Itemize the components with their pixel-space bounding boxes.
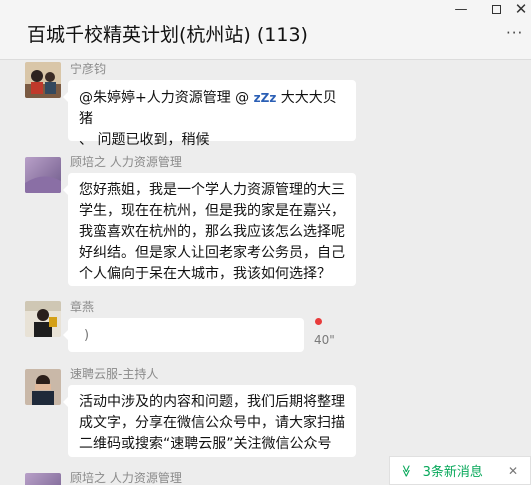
chevron-down-icon: ≫ bbox=[399, 464, 414, 477]
minimize-button[interactable]: — bbox=[446, 0, 476, 18]
voice-duration: 40" bbox=[314, 333, 335, 347]
close-icon[interactable]: ✕ bbox=[508, 464, 518, 478]
title-bar: 百城千校精英计划(杭州站) (113) — ✕ ··· bbox=[0, 0, 531, 60]
message-text: 学生，现在在杭州，但是我的家是在嘉兴， bbox=[79, 203, 345, 219]
more-options-button[interactable]: ··· bbox=[506, 24, 523, 42]
maximize-icon bbox=[491, 4, 501, 14]
zzz-icon: zZz bbox=[253, 91, 277, 105]
avatar[interactable] bbox=[25, 62, 61, 98]
avatar[interactable] bbox=[25, 157, 61, 193]
sender-name: 顾培之 人力资源管理 bbox=[70, 471, 182, 485]
message-bubble[interactable]: @朱婷婷+人力资源管理 @ zZz 大大大贝猪 、 问题已收到，稍候 bbox=[63, 80, 356, 148]
message-text: 好纠结。但是家人让回老家考公务员，自己 bbox=[79, 245, 345, 261]
sender-name: 章燕 bbox=[70, 300, 95, 314]
message-bubble[interactable]: 您好燕姐，我是一个学人力资源管理的大三 学生，现在在杭州，但是我的家是在嘉兴， … bbox=[63, 173, 356, 286]
sender-name: 顾培之 人力资源管理 bbox=[70, 155, 182, 169]
new-messages-button[interactable]: ≫ 3条新消息 ✕ bbox=[389, 456, 531, 485]
message-text: 二维码或搜索“速聘云服”关注微信公众号 bbox=[79, 436, 332, 452]
message-bubble[interactable]: 活动中涉及的内容和问题，我们后期将整理 成文字，分享在微信公众号中，请大家扫描 … bbox=[63, 385, 356, 457]
avatar[interactable] bbox=[25, 473, 61, 485]
chat-title: 百城千校精英计划(杭州站) (113) bbox=[27, 24, 308, 46]
message-text: 活动中涉及的内容和问题，我们后期将整理 bbox=[79, 394, 345, 410]
close-button[interactable]: ✕ bbox=[506, 0, 531, 18]
message-text: 您好燕姐，我是一个学人力资源管理的大三 bbox=[79, 182, 345, 198]
avatar[interactable] bbox=[25, 301, 61, 337]
message-text: 成文字，分享在微信公众号中，请大家扫描 bbox=[79, 415, 345, 431]
voice-icon: ) bbox=[84, 328, 90, 343]
avatar[interactable] bbox=[25, 369, 61, 405]
sender-name: 速聘云服-主持人 bbox=[70, 367, 159, 381]
unread-dot bbox=[315, 318, 322, 325]
new-messages-label: 3条新消息 bbox=[422, 465, 483, 480]
chat-area[interactable]: 宁彦钧 @朱婷婷+人力资源管理 @ zZz 大大大贝猪 、 问题已收到，稍候 顾… bbox=[0, 60, 531, 485]
message-text: 、 问题已收到，稍候 bbox=[79, 132, 210, 148]
message-text: 个人偏向于呆在大城市，我该如何选择？ bbox=[79, 266, 331, 282]
voice-message-bubble[interactable]: ) bbox=[63, 318, 304, 352]
message-text: 我蛮喜欢在杭州的，那么我应该怎么选择呢 bbox=[79, 224, 345, 240]
message-text: @朱婷婷+人力资源管理 @ bbox=[79, 90, 254, 106]
sender-name: 宁彦钧 bbox=[70, 62, 107, 76]
